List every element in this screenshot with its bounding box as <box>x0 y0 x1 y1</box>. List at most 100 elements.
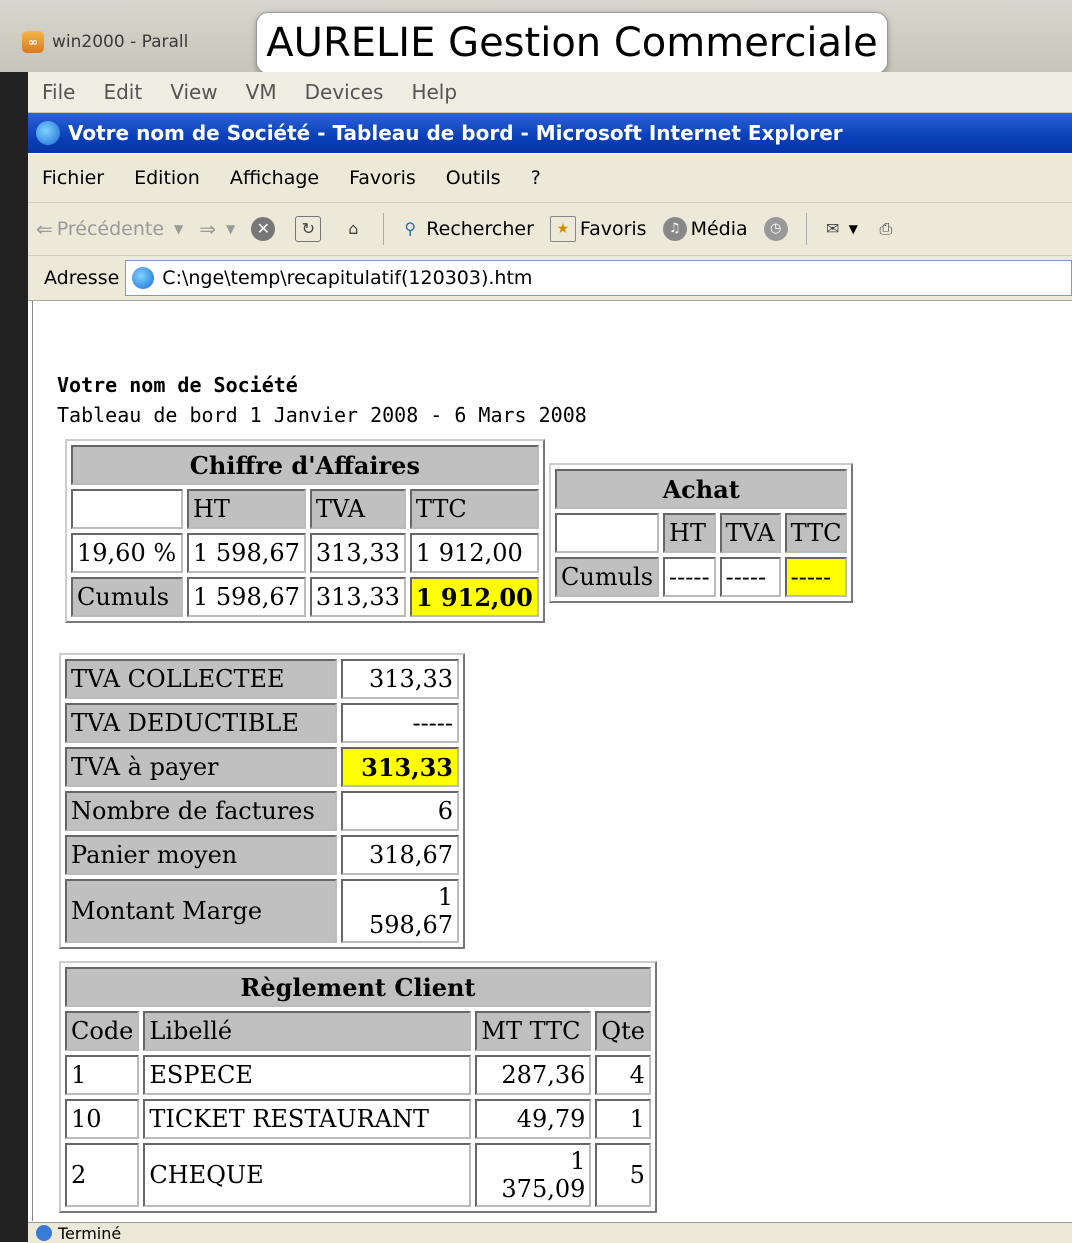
achat-cumuls-label: Cumuls <box>555 557 660 597</box>
reglement-header-qte: Qte <box>595 1011 651 1051</box>
menu-help-question[interactable]: ? <box>517 167 557 189</box>
ie-title-bar: Votre nom de Société - Tableau de bord -… <box>28 113 1072 153</box>
summary-value-tva-a-payer: 313,33 <box>341 747 459 787</box>
summary-label-tva-collectee: TVA COLLECTEE <box>65 659 337 699</box>
summary-value-tva-collectee: 313,33 <box>341 659 459 699</box>
ca-header-ttc: TTC <box>409 489 539 529</box>
ca-header-empty <box>71 489 183 529</box>
aurelie-banner: AURELIE Gestion Commerciale <box>256 12 888 74</box>
favorites-button[interactable]: ★ Favoris <box>549 216 647 242</box>
achat-cumuls-tva: ----- <box>719 557 781 597</box>
ca-header-ht: HT <box>187 489 306 529</box>
menu-favoris[interactable]: Favoris <box>335 167 432 189</box>
refresh-icon: ↻ <box>295 216 322 242</box>
page-content: Votre nom de Société Tableau de bord 1 J… <box>32 301 1072 1221</box>
achat-header-ht: HT <box>663 513 716 553</box>
ca-title: Chiffre d'Affaires <box>71 445 539 485</box>
address-label: Adresse <box>44 267 120 289</box>
table-row: 10 TICKET RESTAURANT 49,79 1 <box>65 1099 651 1139</box>
summary-value-panier-moyen: 318,67 <box>341 835 459 875</box>
menu-help[interactable]: Help <box>397 80 471 104</box>
summary-label-tva-a-payer: TVA à payer <box>65 747 337 787</box>
reglement-header-code: Code <box>65 1011 140 1051</box>
status-text: Terminé <box>58 1223 122 1243</box>
stop-button[interactable]: ✕ <box>251 217 279 241</box>
summary-label-tva-deductible: TVA DEDUCTIBLE <box>65 703 337 743</box>
reglement-mt-ttc: 287,36 <box>475 1055 592 1095</box>
search-button[interactable]: ⚲ Rechercher <box>398 217 534 241</box>
reglement-mt-ttc: 1 375,09 <box>475 1143 592 1207</box>
reglement-qte: 4 <box>595 1055 651 1095</box>
print-button[interactable]: ⎙ <box>874 217 902 241</box>
reglement-code: 2 <box>65 1143 140 1207</box>
search-label: Rechercher <box>426 218 534 240</box>
mail-button[interactable]: ✉ ▼ <box>821 217 858 241</box>
achat-table: Achat HT TVA TTC Cumuls ----- ----- ----… <box>549 463 854 603</box>
report-subtitle: Tableau de bord 1 Janvier 2008 - 6 Mars … <box>57 403 587 427</box>
ie-logo-icon <box>36 121 60 145</box>
history-button[interactable]: ◷ <box>763 217 792 241</box>
toolbar-divider-2 <box>805 213 807 245</box>
favorites-star-icon: ★ <box>549 216 576 242</box>
reglement-qte: 1 <box>595 1099 651 1139</box>
achat-title: Achat <box>555 469 848 509</box>
address-value: C:\nge\temp\recapitulatif(120303).htm <box>162 267 533 289</box>
reglement-qte: 5 <box>595 1143 651 1207</box>
back-button[interactable]: ⇐ Précédente ▼ <box>36 217 183 241</box>
ca-cumuls-tva: 313,33 <box>309 577 406 617</box>
mail-dropdown-icon: ▼ <box>848 222 858 236</box>
menu-file[interactable]: File <box>28 80 89 104</box>
back-label: Précédente <box>56 218 165 240</box>
address-bar: Adresse C:\nge\temp\recapitulatif(120303… <box>28 256 1072 301</box>
ca-cumuls-ttc: 1 912,00 <box>409 577 539 617</box>
home-button[interactable]: ⌂ <box>341 217 369 241</box>
reglement-libelle: CHEQUE <box>143 1143 472 1207</box>
parallels-window-title: win2000 - Parall <box>52 32 189 52</box>
menu-edit[interactable]: Edit <box>89 80 156 104</box>
ie-toolbar: ⇐ Précédente ▼ ⇒ ▼ ✕ ↻ ⌂ ⚲ Rechercher ★ … <box>28 203 1072 256</box>
ca-cumuls-label: Cumuls <box>71 577 183 617</box>
achat-cumuls-ttc: ----- <box>784 557 848 597</box>
reglement-header-mt-ttc: MT TTC <box>475 1011 592 1051</box>
achat-cumuls-ht: ----- <box>663 557 716 597</box>
reglement-mt-ttc: 49,79 <box>475 1099 592 1139</box>
achat-header-empty <box>555 513 660 553</box>
parallels-app-icon: ∞ <box>22 31 44 53</box>
forward-button[interactable]: ⇒ ▼ <box>199 217 235 241</box>
reglement-code: 10 <box>65 1099 140 1139</box>
ca-rate-ttc: 1 912,00 <box>409 533 539 573</box>
menu-devices[interactable]: Devices <box>291 80 398 104</box>
summary-value-nombre-factures: 6 <box>341 791 459 831</box>
back-dropdown-icon: ▼ <box>174 222 184 236</box>
reglement-code: 1 <box>65 1055 140 1095</box>
tva-summary-table: TVA COLLECTEE 313,33 TVA DEDUCTIBLE ----… <box>59 653 465 949</box>
home-icon: ⌂ <box>348 219 359 238</box>
summary-value-tva-deductible: ----- <box>341 703 459 743</box>
forward-dropdown-icon: ▼ <box>226 222 236 236</box>
stop-icon: ✕ <box>251 217 276 241</box>
window-edge <box>0 72 28 1242</box>
refresh-button[interactable]: ↻ <box>295 216 325 242</box>
status-page-icon <box>36 1225 52 1241</box>
reglement-table: Règlement Client Code Libellé MT TTC Qte… <box>59 961 657 1213</box>
mail-icon: ✉ <box>825 219 840 238</box>
table-row: 1 ESPECE 287,36 4 <box>65 1055 651 1095</box>
media-label: Média <box>690 218 748 240</box>
media-button[interactable]: ♫ Média <box>662 217 748 241</box>
print-icon: ⎙ <box>879 219 893 238</box>
summary-value-montant-marge: 1 598,67 <box>341 879 459 943</box>
media-icon: ♫ <box>662 217 687 241</box>
menu-vm[interactable]: VM <box>232 80 291 104</box>
reglement-header-libelle: Libellé <box>143 1011 472 1051</box>
favorites-label: Favoris <box>579 218 647 240</box>
status-bar: Terminé <box>28 1222 1072 1243</box>
menu-outils[interactable]: Outils <box>432 167 517 189</box>
menu-view[interactable]: View <box>156 80 231 104</box>
achat-header-ttc: TTC <box>784 513 848 553</box>
ca-table: Chiffre d'Affaires HT TVA TTC 19,60 % 1 … <box>65 439 545 623</box>
menu-fichier[interactable]: Fichier <box>28 167 120 189</box>
parallels-title-bar: ∞ win2000 - Parall AURELIE Gestion Comme… <box>0 0 1072 74</box>
menu-affichage[interactable]: Affichage <box>216 167 335 189</box>
menu-edition[interactable]: Edition <box>120 167 216 189</box>
address-input[interactable]: C:\nge\temp\recapitulatif(120303).htm <box>125 260 1072 296</box>
